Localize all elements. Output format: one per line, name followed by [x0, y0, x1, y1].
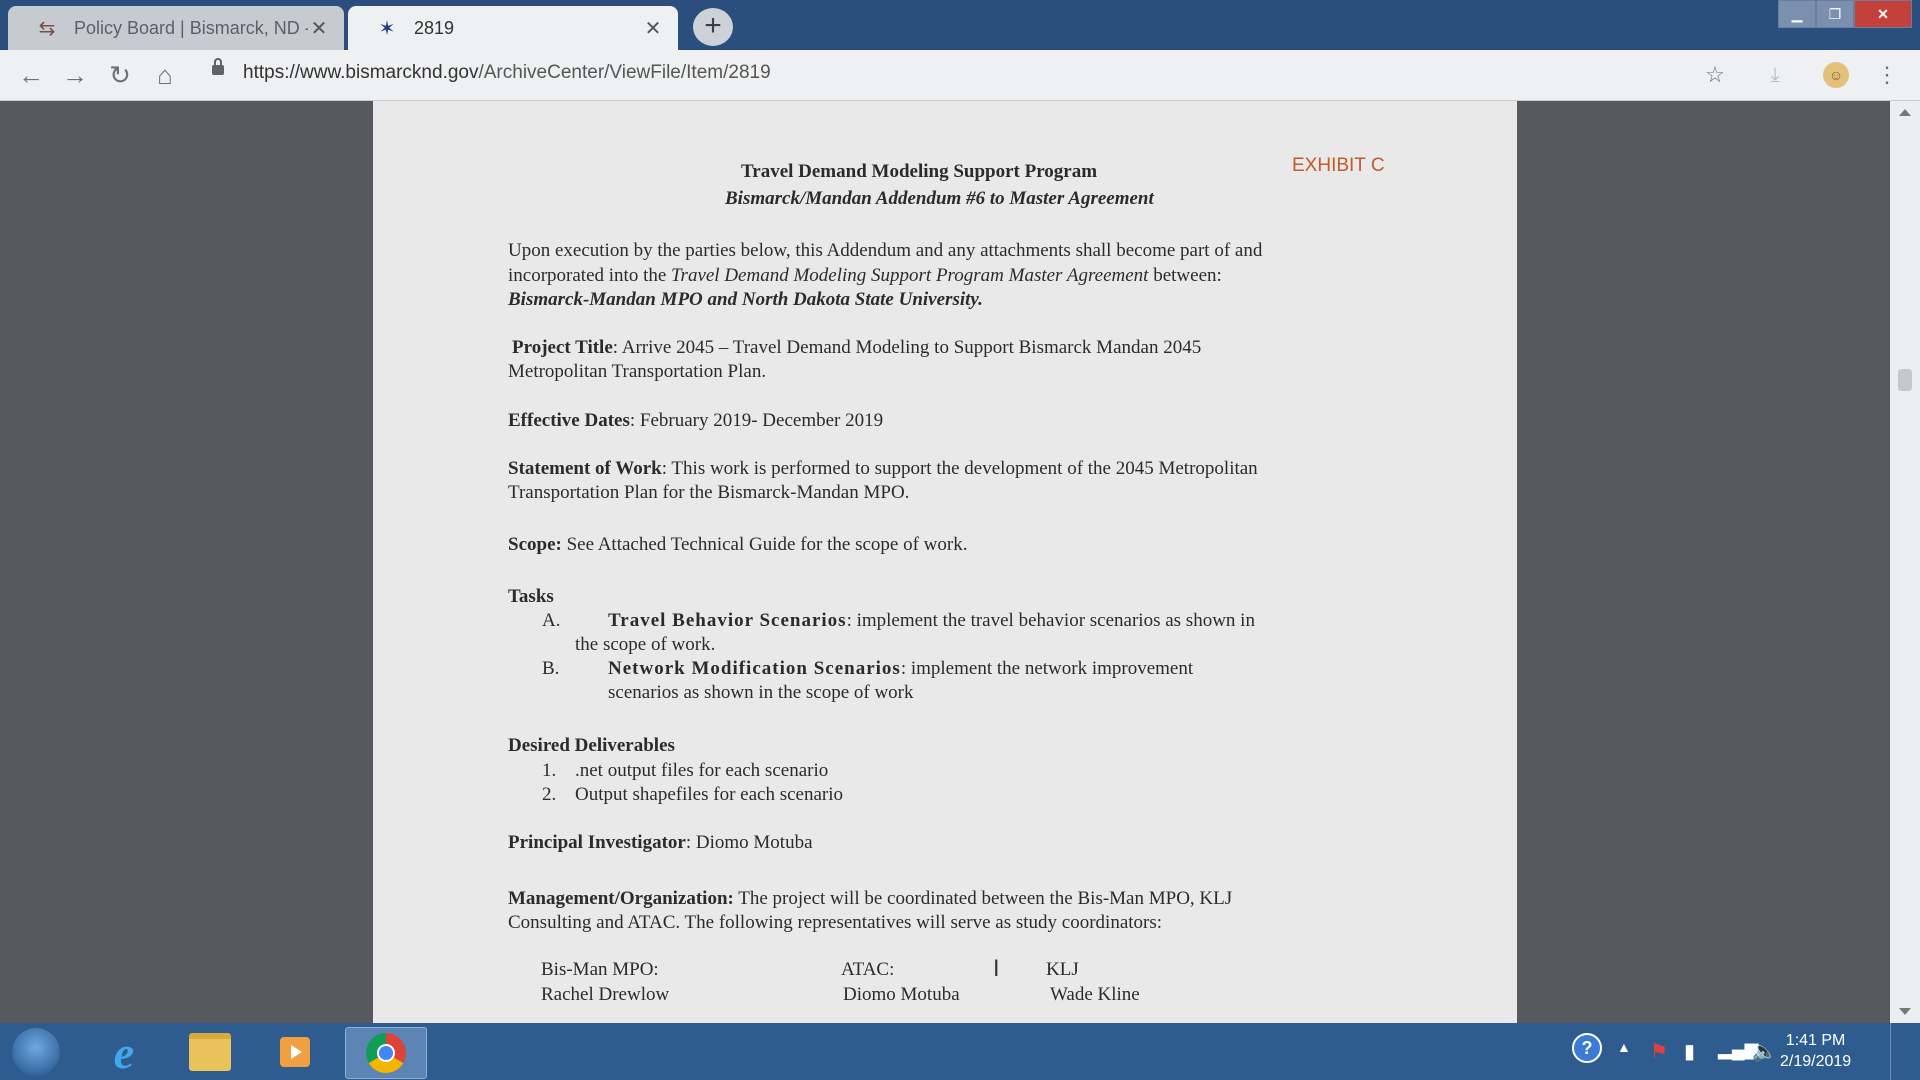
- scope: Scope: See Attached Technical Guide for …: [508, 534, 968, 555]
- back-icon[interactable]: ←: [16, 60, 46, 90]
- windows-start-icon[interactable]: [12, 1028, 60, 1076]
- chrome-icon[interactable]: [345, 1027, 427, 1079]
- coordinator-name-klj: Wade Kline: [1050, 984, 1140, 1005]
- deliverable-1: .net output files for each scenario: [575, 760, 829, 781]
- task-a: Travel Behavior Scenarios: implement the…: [608, 610, 1255, 631]
- menu-icon[interactable]: ⋮: [1872, 60, 1902, 90]
- coordinator-org-atac: ATAC:: [841, 959, 895, 980]
- url-host: https://www.bismarcknd.gov: [243, 62, 479, 83]
- close-icon[interactable]: ✕: [642, 16, 664, 41]
- file-explorer-icon[interactable]: [181, 1027, 239, 1077]
- coordinator-name-atac: Diomo Motuba: [843, 984, 960, 1005]
- url-path: /ArchiveCenter/ViewFile/Item/2819: [478, 62, 771, 83]
- scroll-up-icon[interactable]: [1899, 109, 1911, 116]
- intro-line-1: Upon execution by the parties below, thi…: [508, 240, 1263, 261]
- tab-2819[interactable]: ✶ 2819 ✕: [348, 6, 678, 50]
- statement-of-work: Statement of Work: This work is performe…: [508, 458, 1258, 479]
- windows-taskbar: e ? ▲ ⚑ ▮ ▂▄▆ 🔈 1:41 PM 2/19/2019: [0, 1023, 1920, 1080]
- deliverables-heading: Desired Deliverables: [508, 735, 675, 756]
- star-figure-icon: ✶: [378, 17, 396, 40]
- task-b-letter: B.: [542, 658, 560, 679]
- document-title: Travel Demand Modeling Support Program: [741, 161, 1098, 182]
- reload-icon[interactable]: ↻: [105, 60, 135, 90]
- text-cursor-icon: I: [993, 957, 1000, 982]
- show-desktop-button[interactable]: [1890, 1023, 1920, 1080]
- minimize-button[interactable]: ▁: [1778, 0, 1816, 28]
- page-scrollbar[interactable]: [1890, 101, 1920, 1023]
- deliverable-1-num: 1.: [542, 760, 557, 781]
- clock-time: 1:41 PM: [1785, 1032, 1846, 1049]
- document-subtitle: Bismarck/Mandan Addendum #6 to Master Ag…: [725, 188, 1154, 209]
- exhibit-label: EXHIBIT C: [1292, 155, 1385, 176]
- task-a-letter: A.: [542, 610, 561, 631]
- management-organization: Management/Organization: The project wil…: [508, 888, 1233, 909]
- document-viewer: Travel Demand Modeling Support Program B…: [0, 101, 1920, 1023]
- extension-icon[interactable]: ☺: [1823, 62, 1849, 88]
- action-center-flag-icon[interactable]: ⚑: [1650, 1039, 1668, 1064]
- scroll-down-icon[interactable]: [1899, 1008, 1911, 1015]
- statement-of-work-line-2: Transportation Plan for the Bismarck-Man…: [508, 482, 910, 503]
- principal-investigator: Principal Investigator: Diomo Motuba: [508, 832, 813, 853]
- help-icon[interactable]: ?: [1572, 1033, 1602, 1063]
- volume-icon[interactable]: 🔈: [1752, 1039, 1777, 1064]
- restore-button[interactable]: ❐: [1816, 0, 1854, 28]
- intro-line-3: Bismarck-Mandan MPO and North Dakota Sta…: [508, 289, 983, 310]
- forward-icon[interactable]: →: [60, 60, 90, 90]
- deliverable-2-num: 2.: [542, 784, 557, 805]
- document-page: Travel Demand Modeling Support Program B…: [373, 101, 1517, 1023]
- window-controls: ▁ ❐ ✕: [1778, 0, 1912, 28]
- close-window-button[interactable]: ✕: [1854, 0, 1912, 28]
- clock-date: 2/19/2019: [1780, 1053, 1852, 1070]
- link-icon: ⇆: [38, 17, 56, 40]
- bookmark-star-icon[interactable]: ☆: [1700, 60, 1730, 90]
- coordinator-org-klj: KLJ: [1046, 959, 1079, 980]
- deliverable-2: Output shapefiles for each scenario: [575, 784, 844, 805]
- effective-dates: Effective Dates: February 2019- December…: [508, 410, 884, 431]
- address-bar[interactable]: https://www.bismarcknd.gov/ArchiveCenter…: [243, 62, 771, 84]
- tasks-heading: Tasks: [508, 586, 554, 607]
- browser-titlebar: ⇆ Policy Board | Bismarck, ND - Offi ✕ ✶…: [0, 0, 1920, 50]
- task-b: Network Modification Scenarios: implemen…: [608, 658, 1194, 679]
- project-title: Project Title: Arrive 2045 – Travel Dema…: [512, 337, 1202, 358]
- power-icon[interactable]: ▮: [1684, 1039, 1695, 1064]
- intro-line-2: incorporated into the Travel Demand Mode…: [508, 265, 1222, 286]
- browser-toolbar: ← → ↻ ⌂ https://www.bismarcknd.gov/Archi…: [0, 50, 1920, 101]
- tab-policy-board[interactable]: ⇆ Policy Board | Bismarck, ND - Offi ✕: [8, 6, 344, 50]
- lock-icon[interactable]: [212, 58, 224, 75]
- coordinator-name-mpo: Rachel Drewlow: [541, 984, 670, 1005]
- tab-title: Policy Board | Bismarck, ND - Offi: [74, 17, 308, 38]
- project-title-line-2: Metropolitan Transportation Plan.: [508, 361, 767, 382]
- new-tab-button[interactable]: +: [693, 8, 733, 46]
- show-hidden-icons-icon[interactable]: ▲: [1617, 1039, 1631, 1055]
- download-icon[interactable]: ⤓: [1760, 60, 1790, 90]
- internet-explorer-icon[interactable]: e: [95, 1027, 153, 1078]
- task-b-line-2: scenarios as shown in the scope of work: [608, 682, 914, 703]
- scrollbar-thumb[interactable]: [1898, 369, 1912, 391]
- close-icon[interactable]: ✕: [308, 16, 330, 41]
- management-line-2: Consulting and ATAC. The following repre…: [508, 912, 1163, 933]
- task-a-line-2: the scope of work.: [575, 634, 716, 655]
- home-icon[interactable]: ⌂: [150, 60, 180, 90]
- media-player-icon[interactable]: [266, 1027, 324, 1077]
- coordinator-org-mpo: Bis-Man MPO:: [541, 959, 659, 980]
- system-clock[interactable]: 1:41 PM 2/19/2019: [1780, 1030, 1851, 1072]
- tab-title: 2819: [414, 17, 455, 38]
